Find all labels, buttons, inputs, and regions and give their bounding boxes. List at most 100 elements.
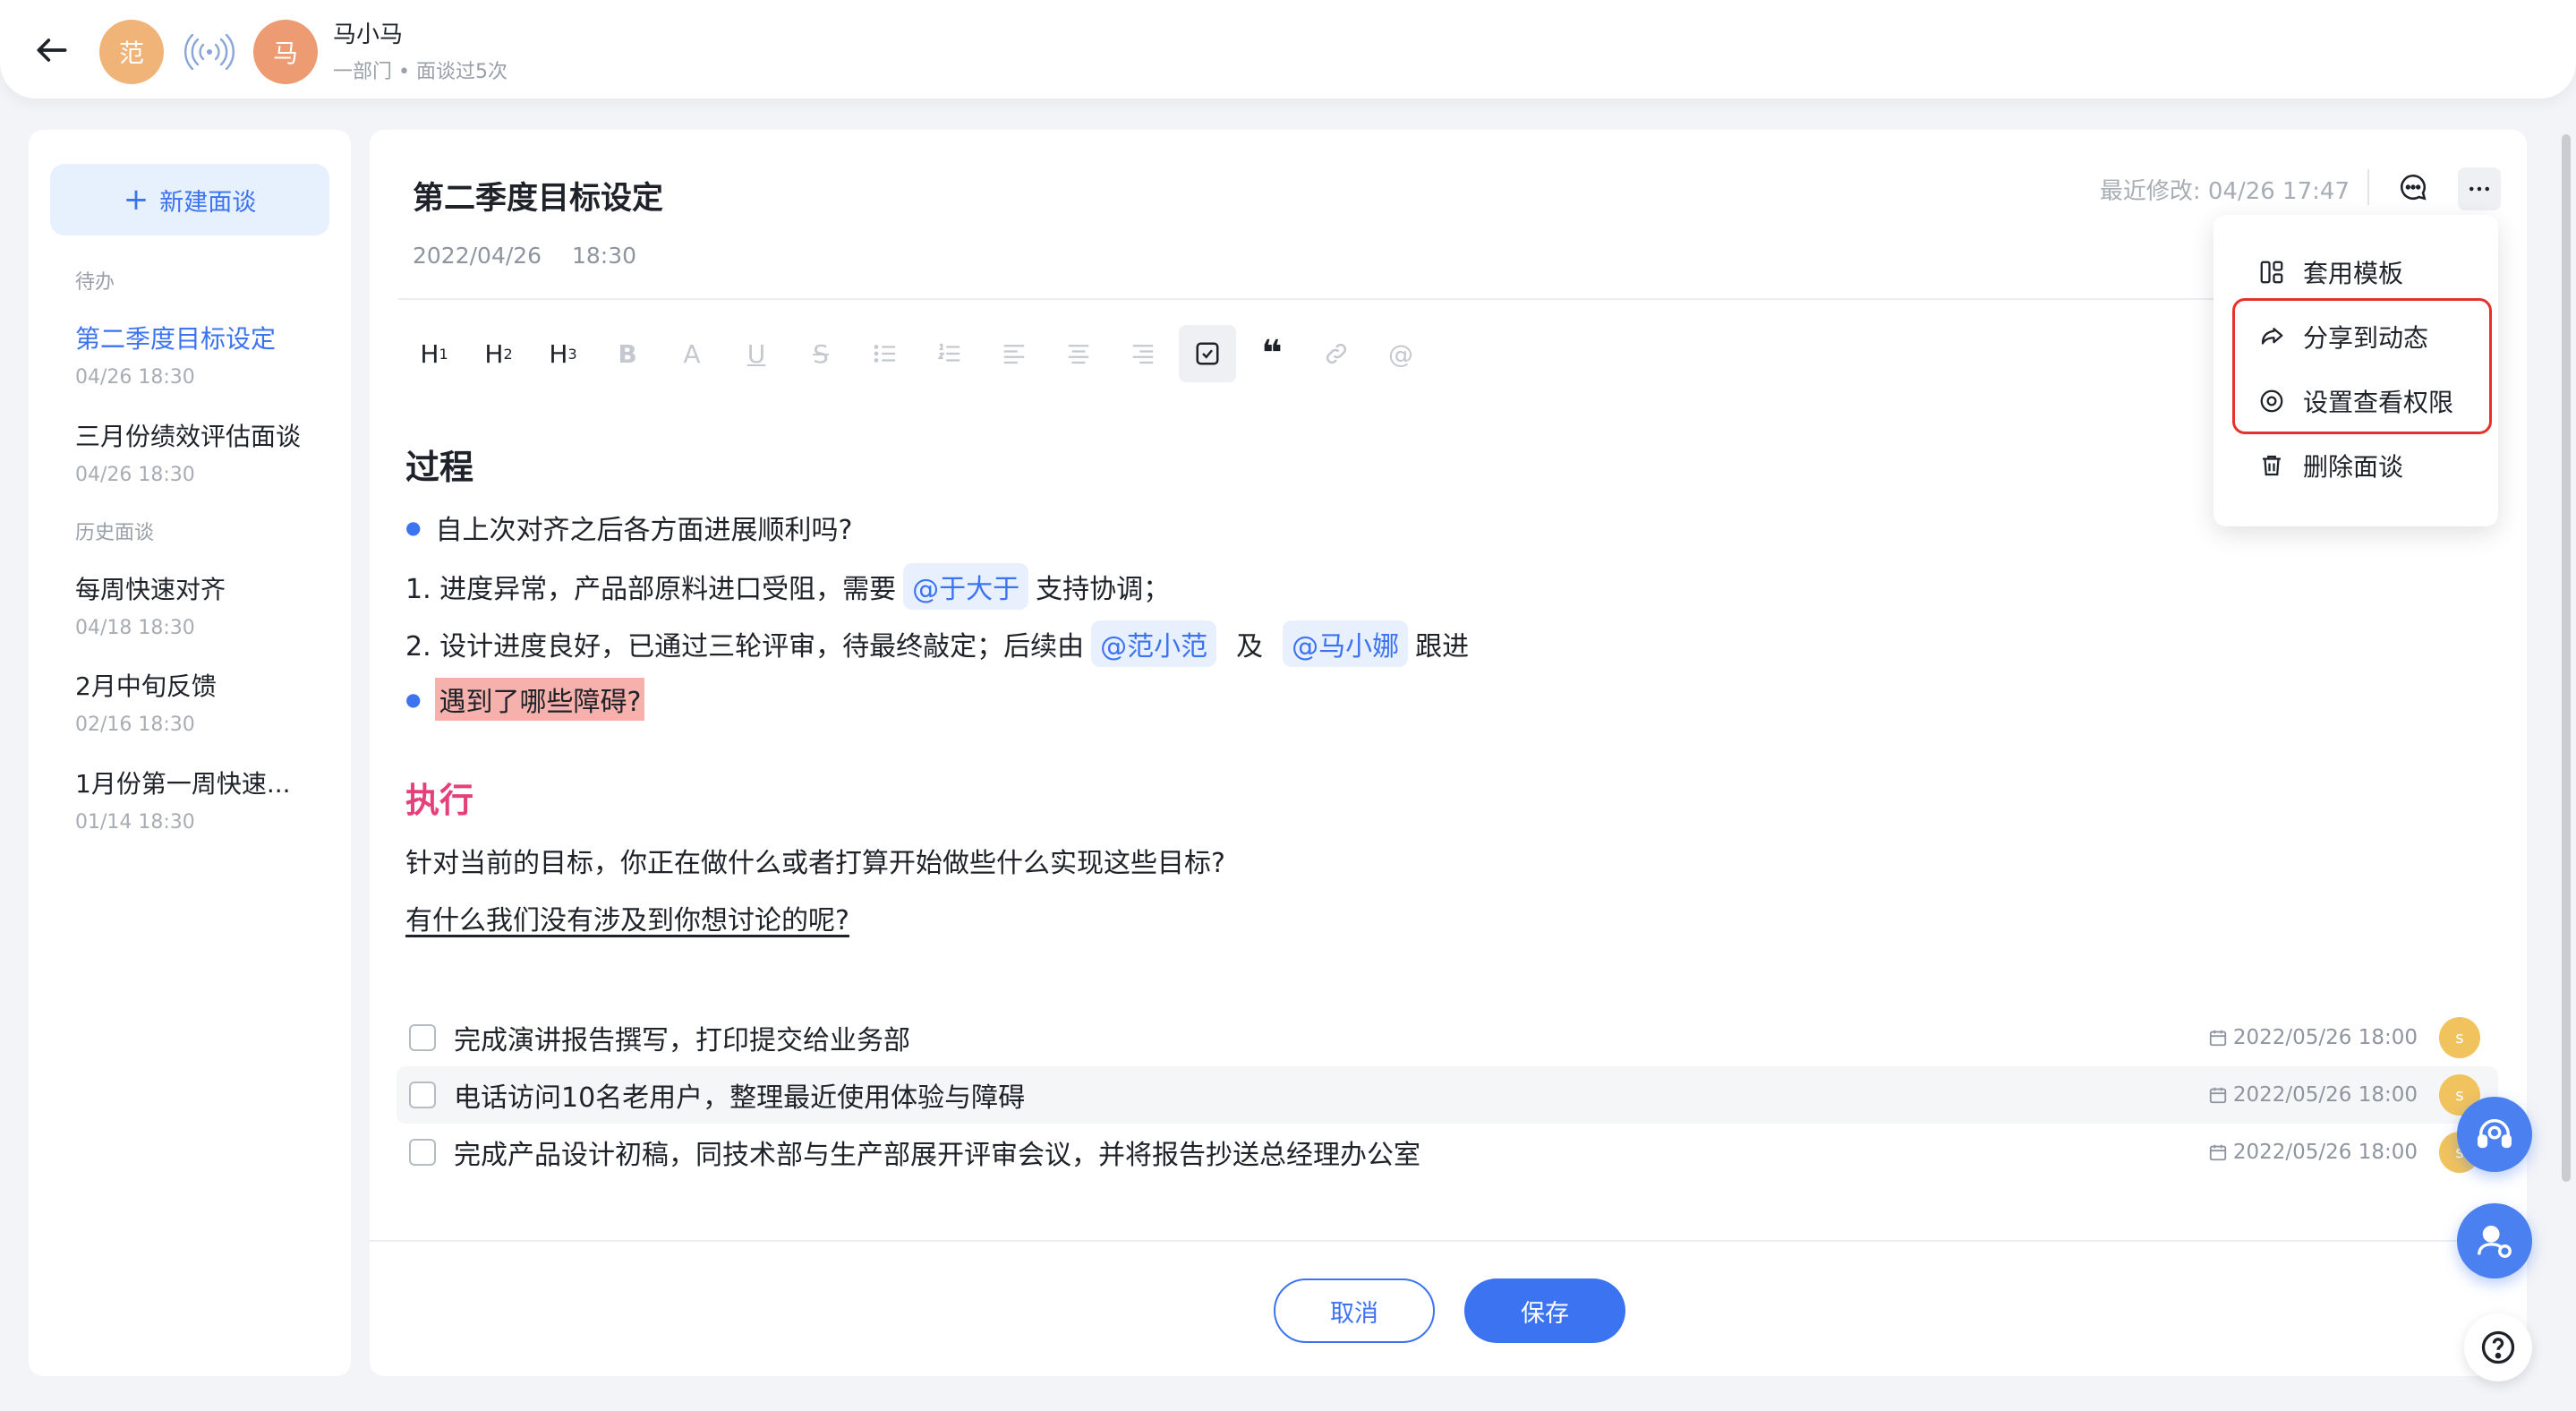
ordered-list-button[interactable] — [921, 325, 978, 382]
sidebar-item-title: 第二季度目标设定 — [75, 324, 277, 354]
group-history-label: 历史面谈 — [75, 522, 155, 544]
task-due[interactable]: 2022/05/26 18:00 — [2208, 1083, 2418, 1107]
page-scrollbar[interactable] — [2562, 134, 2571, 1182]
mention-chip[interactable]: @于大于 — [903, 563, 1029, 610]
annotation-highlight-box — [2232, 298, 2492, 434]
bold-button[interactable]: B — [599, 325, 656, 382]
more-options-button[interactable] — [2458, 167, 2501, 210]
align-right-button[interactable] — [1114, 325, 1172, 382]
underline-button[interactable]: U — [728, 325, 785, 382]
mention-chip[interactable]: @马小娜 — [1283, 620, 1409, 667]
arrow-left-icon[interactable] — [32, 30, 72, 70]
sidebar-item-weekly-sync[interactable]: 每周快速对齐 04/18 18:30 — [75, 570, 335, 639]
comment-button[interactable] — [2392, 166, 2435, 209]
mention-label: @ — [1388, 338, 1413, 369]
guest-subtitle: 一部门 • 面谈过5次 — [333, 61, 508, 83]
task-row[interactable]: 完成产品设计初稿，同技术部与生产部展开评审会议，并将报告抄送总经理办公室 202… — [397, 1124, 2498, 1181]
title-divider — [398, 298, 2260, 300]
sidebar-item-date: 02/16 18:30 — [75, 714, 195, 736]
bold-label: B — [618, 338, 637, 369]
menu-item-delete[interactable]: 删除面谈 — [2258, 443, 2403, 488]
task-text: 完成产品设计初稿，同技术部与生产部展开评审会议，并将报告抄送总经理办公室 — [454, 1140, 1420, 1171]
task-text: 完成演讲报告撰写，打印提交给业务部 — [454, 1025, 910, 1056]
paragraph-line[interactable]: 针对当前的目标，你正在做什么或者打算开始做些什么实现这些目标? — [405, 841, 1225, 880]
highlighted-text: 遇到了哪些障碍? — [435, 678, 645, 721]
heading2-label: H — [484, 338, 504, 369]
document-title[interactable]: 第二季度目标设定 — [413, 173, 663, 218]
help-button[interactable] — [2464, 1313, 2532, 1381]
document-time: 18:30 — [572, 243, 637, 269]
last-modified: 最近修改: 04/26 17:47 — [2099, 178, 2350, 205]
calendar-icon — [2209, 1030, 2226, 1047]
heading3-button[interactable]: H3 — [534, 325, 592, 382]
task-checkbox[interactable] — [409, 1139, 436, 1166]
link-button[interactable] — [1308, 325, 1365, 382]
line-text: 针对当前的目标，你正在做什么或者打算开始做些什么实现这些目标? — [405, 848, 1225, 879]
align-center-button[interactable] — [1050, 325, 1107, 382]
task-row[interactable]: 完成演讲报告撰写，打印提交给业务部 2022/05/26 18:00 s — [397, 1009, 2498, 1066]
plus-icon: + — [123, 182, 149, 218]
section-heading-process[interactable]: 过程 — [405, 440, 473, 489]
new-meeting-button[interactable]: + 新建面谈 — [50, 164, 329, 235]
save-button[interactable]: 保存 — [1464, 1278, 1625, 1343]
align-center-icon — [1068, 345, 1089, 364]
more-horizontal-icon — [2469, 186, 2489, 192]
sidebar-item-q2-goals[interactable]: 第二季度目标设定 04/26 18:30 — [75, 320, 335, 389]
align-left-icon — [1003, 345, 1025, 364]
link-icon — [1326, 343, 1347, 364]
text-color-button[interactable]: A — [663, 325, 721, 382]
sidebar-item-jan-sync[interactable]: 1月份第一周快速... 01/14 18:30 — [75, 765, 335, 834]
host-avatar[interactable]: 范 — [99, 20, 164, 84]
user-settings-icon — [2478, 1225, 2512, 1258]
section-heading-execute[interactable]: 执行 — [405, 773, 473, 822]
mention-chip[interactable]: @范小范 — [1091, 620, 1217, 667]
align-left-button[interactable] — [985, 325, 1043, 382]
ordered-list-icon — [937, 343, 960, 362]
task-due-text: 2022/05/26 18:00 — [2232, 1026, 2418, 1049]
bullet-line[interactable]: ● 遇到了哪些障碍? — [405, 678, 645, 721]
headset-icon — [2478, 1119, 2512, 1149]
signal-icon — [184, 34, 235, 70]
guest-avatar[interactable]: 马 — [253, 20, 318, 84]
line-text: 及 — [1236, 631, 1264, 663]
cancel-button[interactable]: 取消 — [1274, 1278, 1435, 1343]
quote-button[interactable]: ❝ — [1243, 325, 1301, 382]
task-due-text: 2022/05/26 18:00 — [2232, 1083, 2418, 1107]
assignee-avatar[interactable]: s — [2439, 1017, 2480, 1058]
task-checkbox-button[interactable] — [1179, 325, 1236, 382]
bullet-list-button[interactable] — [857, 325, 914, 382]
text-color-label: A — [683, 338, 701, 369]
sidebar-item-title: 2月中旬反馈 — [75, 671, 217, 701]
heading2-button[interactable]: H2 — [470, 325, 527, 382]
numbered-line-2[interactable]: 2. 设计进度良好，已通过三轮评审，待最终敲定；后续由 @范小范 及 @马小娜 … — [405, 620, 1469, 667]
heading1-sub: 1 — [439, 345, 448, 363]
heading1-button[interactable]: H1 — [405, 325, 463, 382]
meeting-sidebar: + 新建面谈 待办 第二季度目标设定 04/26 18:30 三月份绩效评估面谈… — [29, 130, 351, 1376]
contact-support-button[interactable] — [2457, 1097, 2532, 1172]
sidebar-item-feb-feedback[interactable]: 2月中旬反馈 02/16 18:30 — [75, 667, 335, 736]
task-due[interactable]: 2022/05/26 18:00 — [2208, 1141, 2418, 1164]
menu-item-apply-template[interactable]: 套用模板 — [2258, 250, 2403, 295]
underline-label: U — [746, 338, 766, 369]
heading2-sub: 2 — [503, 345, 513, 363]
sidebar-item-title: 每周快速对齐 — [75, 575, 226, 604]
format-toolbar: H1 H2 H3 B A U S ❝ @ — [405, 323, 1437, 384]
numbered-line-1[interactable]: 1. 进度异常，产品部原料进口受阻，需要 @于大于 支持协调； — [405, 563, 1170, 610]
checkbox-icon — [1196, 342, 1219, 365]
add-user-button[interactable] — [2457, 1203, 2532, 1278]
bullet-text: 自上次对齐之后各方面进展顺利吗? — [435, 515, 853, 546]
bullet-line[interactable]: ● 自上次对齐之后各方面进展顺利吗? — [405, 508, 852, 547]
sidebar-item-title: 1月份第一周快速... — [75, 769, 291, 799]
task-due[interactable]: 2022/05/26 18:00 — [2208, 1026, 2418, 1049]
task-due-text: 2022/05/26 18:00 — [2232, 1141, 2418, 1164]
mention-button[interactable]: @ — [1372, 325, 1429, 382]
task-checkbox[interactable] — [409, 1082, 436, 1108]
task-row[interactable]: 电话访问10名老用户，整理最近使用体验与障碍 2022/05/26 18:00 … — [397, 1066, 2498, 1124]
sidebar-item-date: 01/14 18:30 — [75, 811, 195, 834]
sidebar-item-march-review[interactable]: 三月份绩效评估面谈 04/26 18:30 — [75, 417, 335, 486]
task-checkbox[interactable] — [409, 1024, 436, 1051]
bullet-dot: ● — [405, 517, 422, 538]
guest-name: 马小马 — [333, 21, 404, 48]
strikethrough-button[interactable]: S — [792, 325, 849, 382]
underlined-line[interactable]: 有什么我们没有涉及到你想讨论的呢? — [405, 898, 849, 937]
